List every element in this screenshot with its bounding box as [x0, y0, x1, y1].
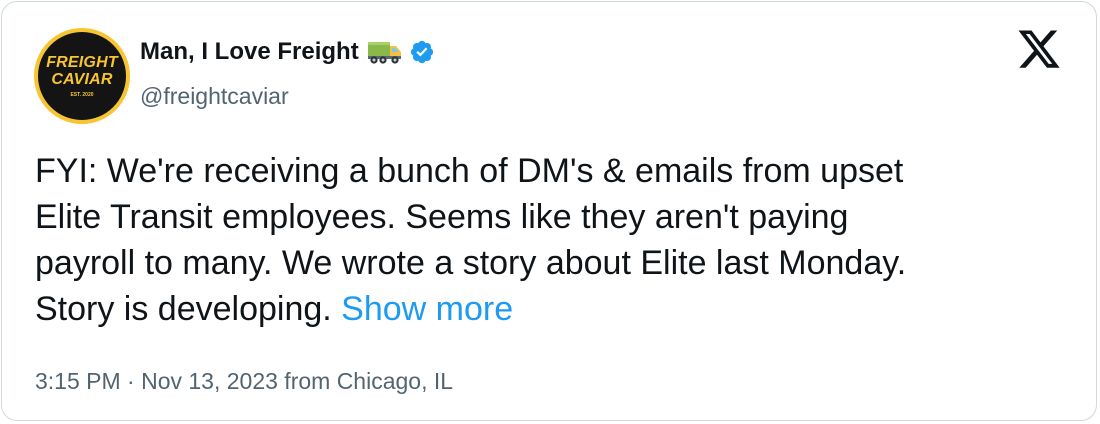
- display-name[interactable]: Man, I Love Freight: [140, 35, 359, 69]
- x-logo-icon[interactable]: [1016, 30, 1062, 72]
- account-handle[interactable]: @freightcaviar: [140, 81, 289, 111]
- avatar-logo-est: EST. 2020: [70, 92, 94, 98]
- avatar[interactable]: FREIGHT CAVIAR EST. 2020: [34, 28, 130, 124]
- tweet-card[interactable]: FREIGHT CAVIAR EST. 2020 Man, I Love Fre…: [1, 1, 1097, 421]
- avatar-logo-line1: FREIGHT: [46, 54, 118, 71]
- avatar-logo-line2: CAVIAR: [51, 71, 113, 88]
- tweet-text: FYI: We're receiving a bunch of DM's & e…: [35, 148, 1075, 332]
- verified-badge-icon[interactable]: [409, 39, 435, 65]
- avatar-logo: FREIGHT CAVIAR EST. 2020: [38, 32, 126, 120]
- show-more-link[interactable]: Show more: [341, 290, 513, 328]
- display-name-row: Man, I Love Freight: [140, 35, 435, 69]
- tweet-timestamp[interactable]: 3:15 PM · Nov 13, 2023 from Chicago, IL: [35, 366, 453, 396]
- truck-icon: [367, 38, 403, 66]
